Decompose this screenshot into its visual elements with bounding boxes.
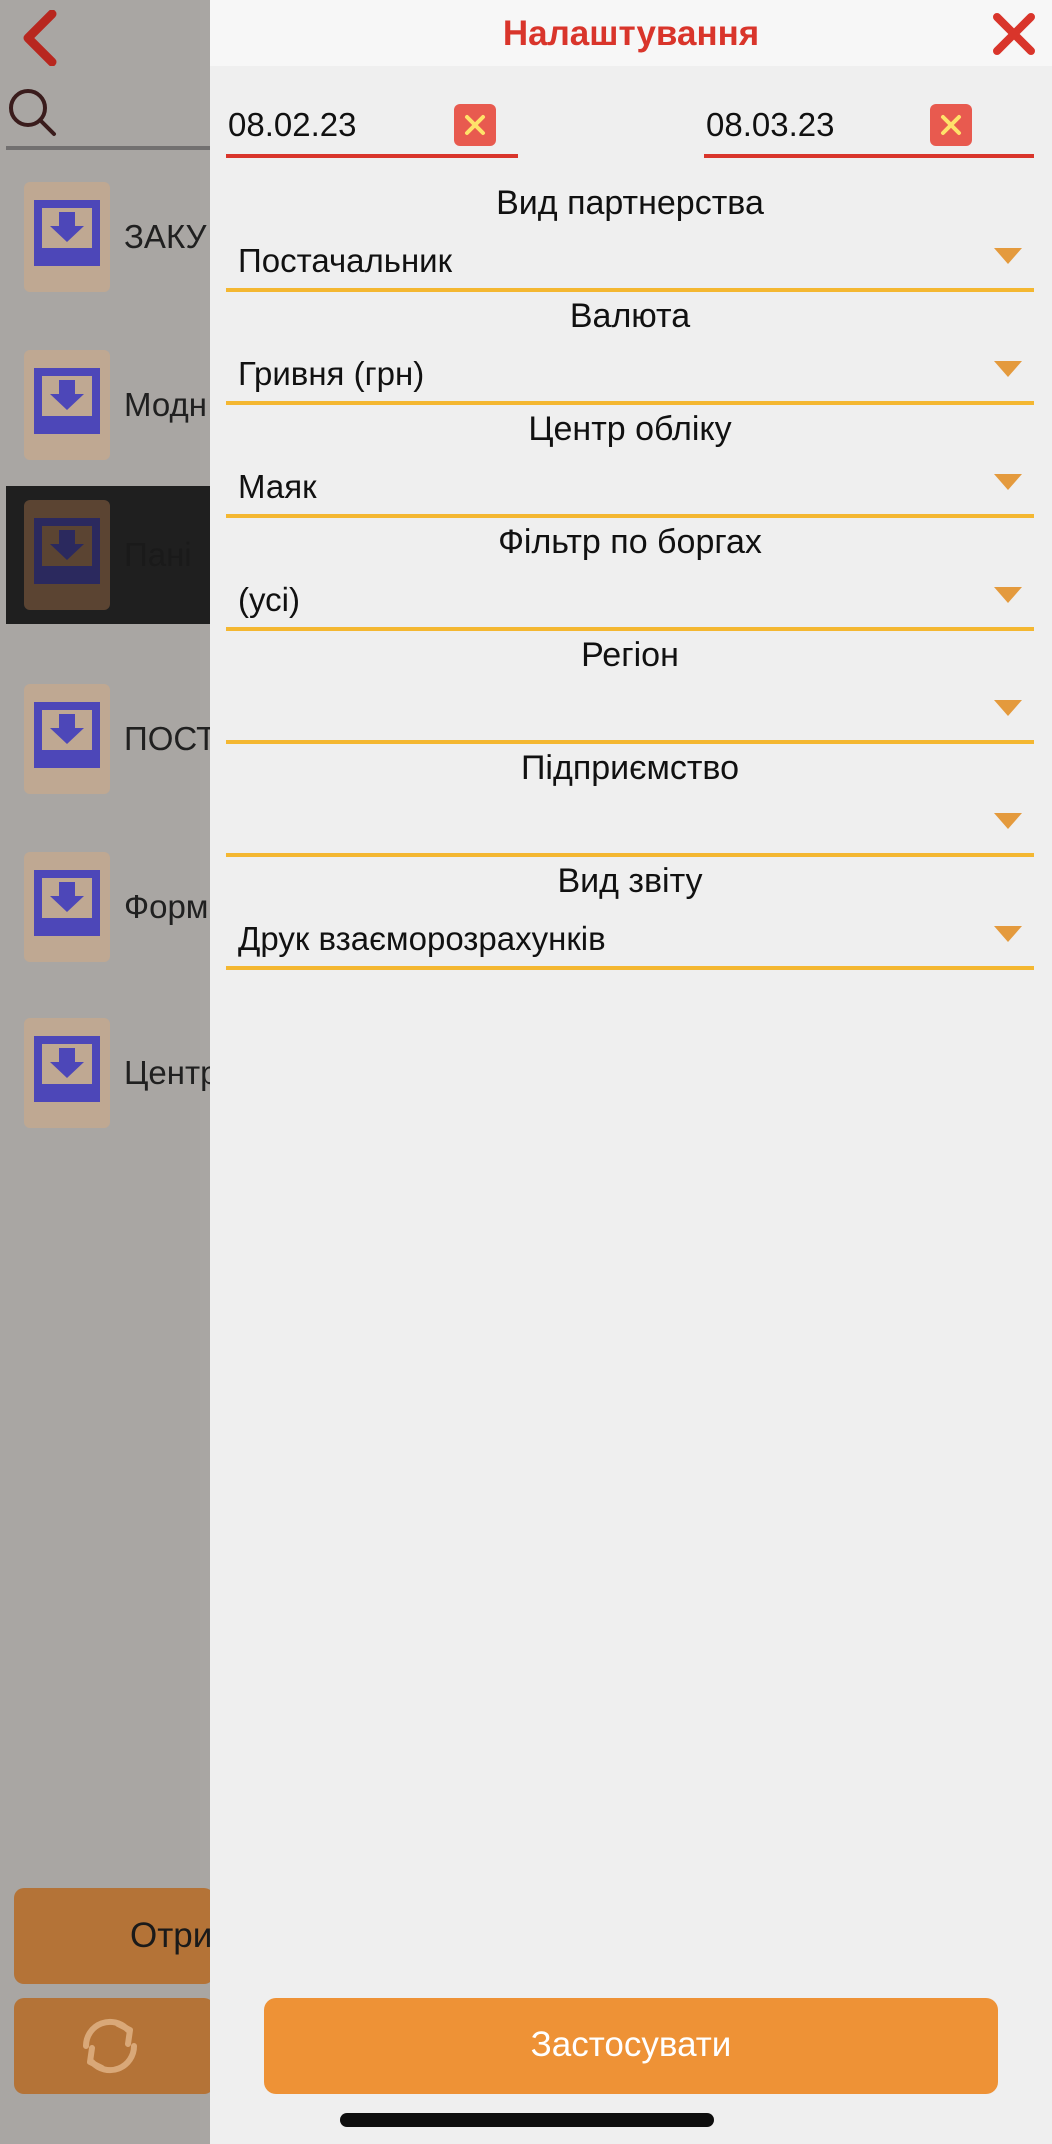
region-select[interactable]: [226, 686, 1034, 744]
list-item[interactable]: Форм: [0, 838, 210, 976]
debt-filter-select[interactable]: (усі): [226, 573, 1034, 631]
list-item[interactable]: Модн: [0, 336, 210, 474]
list-item-label: Центр: [124, 1054, 219, 1091]
list-item[interactable]: ПОСТ: [0, 670, 216, 808]
clear-date-from-button[interactable]: [454, 104, 496, 146]
list-item-label: Модн: [124, 386, 207, 423]
download-icon: [24, 182, 110, 292]
back-arrow-icon[interactable]: [20, 9, 60, 67]
chevron-down-icon: [994, 474, 1022, 490]
clear-icon: [465, 115, 485, 135]
date-to-value: 08.03.23: [706, 106, 835, 143]
home-indicator: [340, 2113, 714, 2127]
list-item[interactable]: ЗАКУ: [0, 168, 210, 306]
download-icon: [24, 350, 110, 460]
chevron-down-icon: [994, 248, 1022, 264]
list-item-label: ЗАКУ: [124, 218, 207, 255]
sync-button[interactable]: [14, 1998, 214, 2094]
accounting-center-value: Маяк: [238, 468, 317, 505]
search-underline: [6, 146, 211, 150]
partnership-type-select[interactable]: Постачальник: [226, 234, 1034, 292]
list-item[interactable]: Центр: [0, 1004, 218, 1142]
debt-filter-value: (усі): [238, 581, 300, 618]
list-item-label: Пані: [124, 536, 192, 573]
report-type-value: Друк взаєморозрахунків: [238, 920, 606, 957]
close-icon[interactable]: [992, 12, 1036, 56]
apply-button-label: Застосувати: [530, 2025, 732, 2064]
settings-panel: Налаштування 08.02.23 08.03.23 Вид партн…: [210, 0, 1052, 2144]
panel-title: Налаштування: [502, 14, 760, 53]
enterprise-select[interactable]: [226, 799, 1034, 857]
accounting-center-label: Центр обліку: [528, 410, 732, 448]
currency-label: Валюта: [569, 297, 691, 335]
panel-header: Налаштування: [210, 0, 1052, 66]
list-item-label: ПОСТ: [124, 720, 217, 757]
download-icon: [24, 500, 110, 610]
date-to-underline: [704, 154, 1034, 158]
accounting-center-select[interactable]: Маяк: [226, 460, 1034, 518]
chevron-down-icon: [994, 926, 1022, 942]
chevron-down-icon: [994, 700, 1022, 716]
clear-icon: [941, 115, 961, 135]
report-type-select[interactable]: Друк взаєморозрахунків: [226, 912, 1034, 970]
search-icon[interactable]: [6, 86, 58, 138]
date-from-underline: [226, 154, 518, 158]
clear-date-to-button[interactable]: [930, 104, 972, 146]
date-to-field[interactable]: 08.03.23: [704, 96, 1034, 158]
region-label: Регіон: [581, 636, 679, 674]
currency-value: Гривня (грн): [238, 355, 425, 392]
debt-filter-label: Фільтр по боргах: [498, 523, 762, 561]
chevron-down-icon: [994, 587, 1022, 603]
chevron-down-icon: [994, 361, 1022, 377]
enterprise-label: Підприємство: [520, 749, 740, 787]
partnership-type-value: Постачальник: [238, 242, 453, 279]
chevron-down-icon: [994, 813, 1022, 829]
download-icon: [24, 684, 110, 794]
apply-button[interactable]: Застосувати: [264, 1998, 998, 2094]
list-item-selected[interactable]: Пані: [6, 486, 210, 624]
download-icon: [24, 1018, 110, 1128]
download-icon: [24, 852, 110, 962]
date-from-field[interactable]: 08.02.23: [226, 96, 518, 158]
sync-icon: [82, 2018, 138, 2074]
get-button[interactable]: Отри: [14, 1888, 214, 1984]
partnership-type-label: Вид партнерства: [496, 184, 764, 222]
get-button-label: Отри: [130, 1916, 213, 1955]
list-item-label: Форм: [124, 888, 209, 925]
currency-select[interactable]: Гривня (грн): [226, 347, 1034, 405]
date-from-value: 08.02.23: [228, 106, 357, 143]
report-type-label: Вид звіту: [557, 862, 703, 900]
